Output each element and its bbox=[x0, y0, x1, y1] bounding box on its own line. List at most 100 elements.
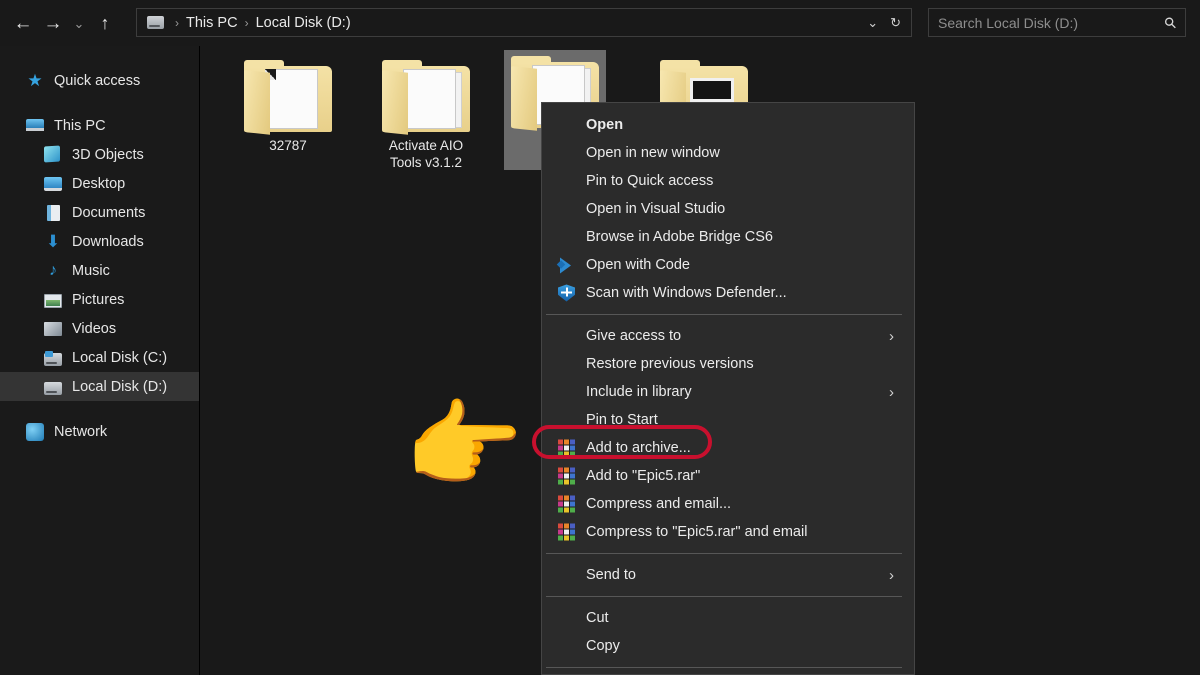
sidebar-item-label: Local Disk (D:) bbox=[72, 378, 168, 395]
file-explorer-window: ← → ⌄ ↑ › This PC › Local Disk (D:) ⌄ ↻ … bbox=[0, 0, 1200, 675]
menu-item-label: Cut bbox=[586, 610, 609, 626]
sidebar-item-label: 3D Objects bbox=[72, 146, 144, 163]
up-button[interactable]: ↑ bbox=[90, 8, 120, 38]
folder-icon bbox=[382, 60, 470, 135]
sidebar-item-this-pc[interactable]: This PC bbox=[0, 111, 199, 140]
sidebar-item-local-disk-c[interactable]: Local Disk (C:) bbox=[0, 343, 199, 372]
star-icon: ★ bbox=[27, 70, 43, 90]
menu-separator bbox=[546, 314, 902, 315]
video-icon bbox=[44, 320, 62, 338]
menu-item-compress-and-email[interactable]: Compress and email... bbox=[542, 490, 914, 518]
menu-separator bbox=[546, 596, 902, 597]
sidebar-item-label: Quick access bbox=[54, 72, 141, 89]
back-button[interactable]: ← bbox=[8, 8, 38, 38]
chevron-right-icon: › bbox=[889, 327, 894, 345]
menu-item-label: Add to archive... bbox=[586, 440, 691, 456]
menu-item-compress-to-rar-and-email[interactable]: Compress to "Epic5.rar" and email bbox=[542, 518, 914, 546]
menu-item-label: Send to bbox=[586, 567, 636, 583]
menu-item-label: Open in new window bbox=[586, 145, 720, 161]
breadcrumb-separator: › bbox=[175, 15, 179, 30]
navigation-pane: ★ Quick access This PC 3D Objects Deskto… bbox=[0, 46, 200, 675]
menu-item-label: Give access to bbox=[586, 328, 682, 344]
sidebar-item-downloads[interactable]: ⬇ Downloads bbox=[0, 227, 199, 256]
forward-button[interactable]: → bbox=[38, 8, 68, 38]
menu-item-label: Compress and email... bbox=[586, 496, 732, 512]
documents-icon bbox=[44, 204, 62, 222]
menu-item-pin-to-quick-access[interactable]: Pin to Quick access bbox=[542, 167, 914, 195]
winrar-icon bbox=[558, 523, 575, 541]
breadcrumb-item-this-pc[interactable]: This PC bbox=[186, 15, 238, 31]
menu-item-open-in-new-window[interactable]: Open in new window bbox=[542, 139, 914, 167]
sidebar-item-label: Documents bbox=[72, 204, 146, 221]
search-box[interactable]: Search Local Disk (D:) ⚲ bbox=[928, 8, 1186, 37]
menu-item-add-to-archive[interactable]: Add to archive... bbox=[542, 434, 914, 462]
menu-item-pin-to-start[interactable]: Pin to Start bbox=[542, 406, 914, 434]
sidebar-item-music[interactable]: ♪ Music bbox=[0, 256, 199, 285]
menu-item-restore-previous-versions[interactable]: Restore previous versions bbox=[542, 350, 914, 378]
menu-item-scan-with-windows-defender[interactable]: Scan with Windows Defender... bbox=[542, 279, 914, 307]
menu-item-label: Open with Code bbox=[586, 257, 690, 273]
breadcrumb-separator: › bbox=[244, 15, 249, 30]
sidebar-item-3d-objects[interactable]: 3D Objects bbox=[0, 140, 199, 169]
pointing-hand-emoji: 👉 bbox=[404, 392, 524, 499]
breadcrumb[interactable]: › This PC › Local Disk (D:) ⌄ ↻ bbox=[136, 8, 912, 37]
menu-item-label: Browse in Adobe Bridge CS6 bbox=[586, 229, 773, 245]
sidebar-item-local-disk-d[interactable]: Local Disk (D:) bbox=[0, 372, 199, 401]
sidebar-item-label: This PC bbox=[54, 117, 106, 134]
chevron-right-icon: › bbox=[889, 566, 894, 584]
sidebar-item-documents[interactable]: Documents bbox=[0, 198, 199, 227]
sidebar-item-quick-access[interactable]: ★ Quick access bbox=[0, 66, 199, 95]
desktop-icon bbox=[44, 175, 62, 193]
menu-separator bbox=[546, 553, 902, 554]
menu-separator bbox=[546, 667, 902, 668]
sidebar-item-label: Network bbox=[54, 423, 108, 440]
menu-item-label: Copy bbox=[586, 638, 620, 654]
shield-icon bbox=[558, 284, 575, 302]
menu-item-browse-in-adobe-bridge[interactable]: Browse in Adobe Bridge CS6 bbox=[542, 223, 914, 251]
search-input[interactable]: Search Local Disk (D:) bbox=[938, 15, 1165, 31]
vscode-icon bbox=[558, 257, 575, 274]
chevron-down-icon[interactable]: ⌄ bbox=[867, 15, 878, 31]
sidebar-item-label: Downloads bbox=[72, 233, 144, 250]
menu-item-label: Compress to "Epic5.rar" and email bbox=[586, 524, 808, 540]
menu-item-copy[interactable]: Copy bbox=[542, 632, 914, 660]
menu-item-label: Pin to Quick access bbox=[586, 173, 714, 189]
winrar-icon bbox=[558, 439, 575, 457]
menu-item-open-in-visual-studio[interactable]: Open in Visual Studio bbox=[542, 195, 914, 223]
menu-item-open[interactable]: Open bbox=[542, 111, 914, 139]
menu-item-cut[interactable]: Cut bbox=[542, 604, 914, 632]
drive-icon bbox=[44, 381, 62, 395]
sidebar-item-label: Videos bbox=[72, 320, 117, 337]
menu-item-include-in-library[interactable]: Include in library › bbox=[542, 378, 914, 406]
menu-item-label: Open in Visual Studio bbox=[586, 201, 726, 217]
menu-item-label: Scan with Windows Defender... bbox=[586, 285, 787, 301]
drive-icon bbox=[147, 16, 164, 29]
sidebar-item-desktop[interactable]: Desktop bbox=[0, 169, 199, 198]
chevron-right-icon: › bbox=[889, 383, 894, 401]
menu-item-label: Add to "Epic5.rar" bbox=[586, 468, 701, 484]
sidebar-item-pictures[interactable]: Pictures bbox=[0, 285, 199, 314]
recent-locations-button[interactable]: ⌄ bbox=[68, 8, 90, 38]
refresh-icon[interactable]: ↻ bbox=[890, 15, 901, 31]
context-menu: Open Open in new window Pin to Quick acc… bbox=[541, 102, 915, 675]
system-drive-icon bbox=[44, 350, 62, 366]
winrar-icon bbox=[558, 467, 575, 485]
breadcrumb-item-local-disk-d[interactable]: Local Disk (D:) bbox=[256, 15, 351, 31]
menu-item-label: Include in library bbox=[586, 384, 692, 400]
network-icon bbox=[26, 422, 44, 441]
menu-item-label: Restore previous versions bbox=[586, 356, 754, 372]
picture-icon bbox=[44, 293, 62, 308]
cube-icon bbox=[44, 144, 62, 164]
sidebar-item-label: Desktop bbox=[72, 175, 126, 192]
menu-item-send-to[interactable]: Send to › bbox=[542, 561, 914, 589]
menu-item-give-access-to[interactable]: Give access to › bbox=[542, 322, 914, 350]
sidebar-item-label: Local Disk (C:) bbox=[72, 349, 168, 366]
menu-item-add-to-rar[interactable]: Add to "Epic5.rar" bbox=[542, 462, 914, 490]
file-item[interactable]: Activate AIO Tools v3.1.2 bbox=[375, 54, 477, 171]
folder-icon bbox=[244, 60, 332, 135]
menu-item-open-with-code[interactable]: Open with Code bbox=[542, 251, 914, 279]
winrar-icon bbox=[558, 495, 575, 513]
file-item[interactable]: 32787 bbox=[237, 54, 339, 154]
sidebar-item-network[interactable]: Network bbox=[0, 417, 199, 446]
sidebar-item-videos[interactable]: Videos bbox=[0, 314, 199, 343]
